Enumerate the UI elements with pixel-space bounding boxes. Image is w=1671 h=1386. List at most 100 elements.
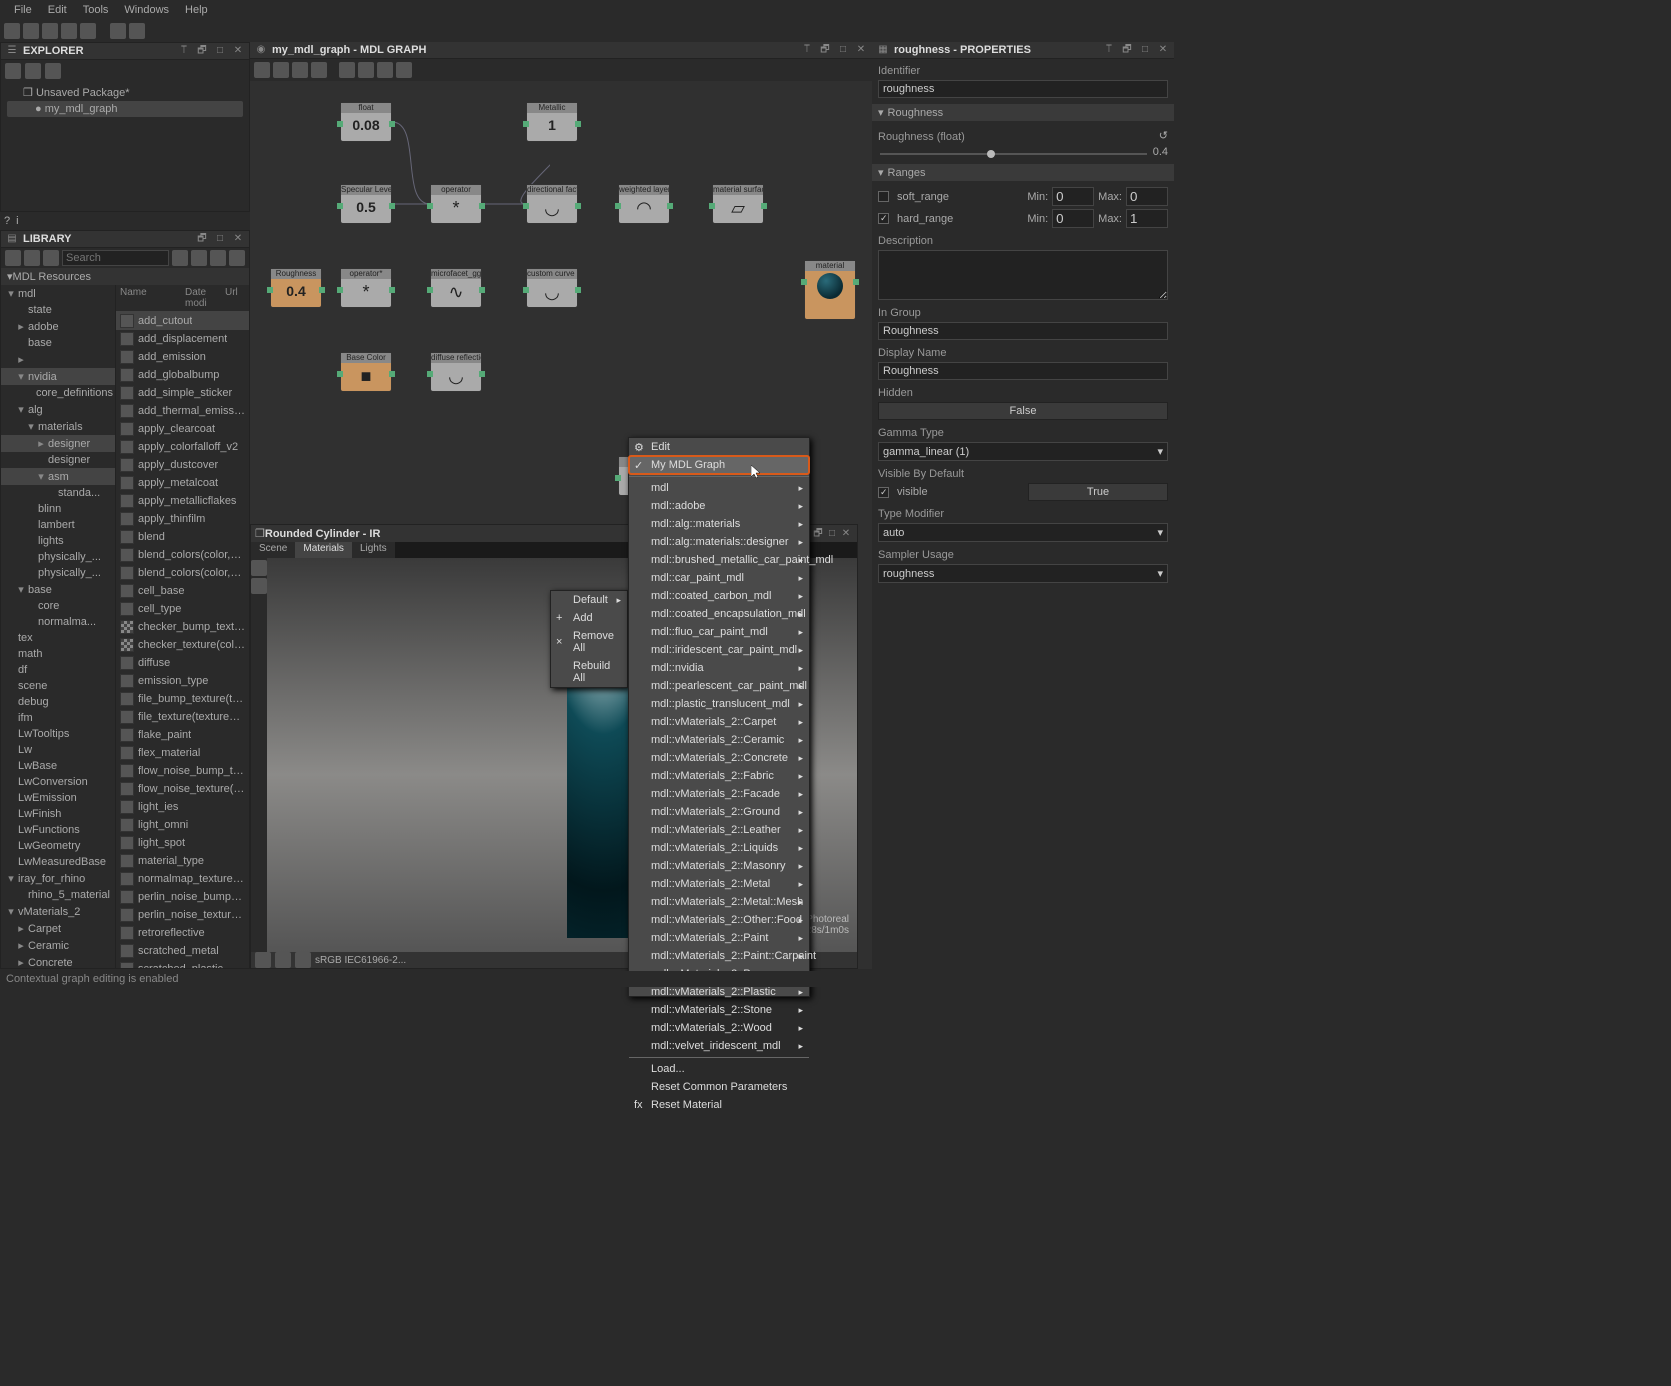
menu-item[interactable]: mdl::brushed_metallic_car_paint_mdl [629,551,809,569]
identifier-input[interactable]: roughness [878,80,1168,98]
tree-item[interactable]: ▾mdl [1,285,115,302]
tree-item[interactable]: standa... [1,485,115,501]
graph-item[interactable]: ● my_mdl_graph [7,101,243,117]
menu-item[interactable]: mdl::vMaterials_2::Paint [629,929,809,947]
tree-item[interactable]: math [1,646,115,662]
restore-icon[interactable]: 🗗 [811,527,825,541]
tool-icon[interactable] [275,952,291,968]
library-item[interactable]: add_thermal_emission [116,402,249,420]
library-item[interactable]: cell_type [116,600,249,618]
hard-min-input[interactable] [1052,209,1094,228]
tree-item[interactable]: LwEmission [1,790,115,806]
restore-icon[interactable]: 🗗 [195,232,209,246]
camera-icon[interactable] [251,560,267,576]
graph-node-n_metallic[interactable]: Metallic1 [526,102,578,142]
tree-item[interactable]: ▾base [1,581,115,598]
hard-range-checkbox[interactable] [878,213,889,224]
col-url[interactable]: Url [225,287,245,309]
pin-icon[interactable] [24,250,40,266]
tree-item[interactable]: lights [1,533,115,549]
mdl-resources-header[interactable]: ▾MDL Resources [1,268,249,285]
max-icon[interactable]: □ [825,527,839,541]
help-icon[interactable]: ? [4,215,10,227]
pin-icon[interactable]: ⟙ [800,43,814,57]
tree-item[interactable]: lambert [1,517,115,533]
tool-icon[interactable] [4,23,20,39]
tree-item[interactable]: core [1,598,115,614]
vbd-button[interactable]: True [1028,483,1168,501]
home-icon[interactable] [5,250,21,266]
library-item[interactable]: apply_dustcover [116,456,249,474]
graph-node-n_cc[interactable]: custom curve layer◡ [526,268,578,308]
max-icon[interactable]: □ [213,44,227,58]
restore-icon[interactable]: 🗗 [818,43,832,57]
tool-icon[interactable] [339,62,355,78]
library-item[interactable]: checker_bump_texture(... [116,618,249,636]
menu-item[interactable]: mdl::nvidia [629,659,809,677]
my-mdl-graph-item[interactable]: ✓My MDL Graph [629,456,809,474]
menu-item[interactable]: mdl::vMaterials_2::Other::Food [629,911,809,929]
max-icon[interactable]: □ [1138,43,1152,57]
menu-item[interactable]: mdl::adobe [629,497,809,515]
library-item[interactable]: apply_metallicflakes [116,492,249,510]
menu-item[interactable]: mdl::vMaterials_2::Stone [629,1001,809,1019]
menu-item[interactable]: mdl::plastic_translucent_mdl [629,695,809,713]
tool-icon[interactable] [358,62,374,78]
tree-item[interactable]: blinn [1,501,115,517]
tree-item[interactable]: ▾iray_for_rhino [1,870,115,887]
refresh-icon[interactable] [43,250,59,266]
tree-item[interactable]: rhino_5_material [1,887,115,903]
menu-item[interactable]: mdl::vMaterials_2::Metal [629,875,809,893]
menu-item[interactable]: mdl::coated_carbon_mdl [629,587,809,605]
max-icon[interactable]: □ [836,43,850,57]
library-item[interactable]: perlin_noise_texture(col... [116,906,249,924]
tool-icon[interactable] [295,952,311,968]
library-item[interactable]: apply_metalcoat [116,474,249,492]
library-item[interactable]: scratched_plastic [116,960,249,968]
info-icon[interactable]: i [16,215,18,227]
library-item[interactable]: flow_noise_texture(colo... [116,780,249,798]
max-icon[interactable]: □ [213,232,227,246]
tab-materials[interactable]: Materials [295,542,352,558]
tool-icon[interactable] [42,23,58,39]
menu-item[interactable]: mdl::alg::materials [629,515,809,533]
tree-item[interactable]: ▸Carpet [1,920,115,937]
library-item[interactable]: apply_thinfilm [116,510,249,528]
menu-item[interactable]: Reset Common Parameters [629,1078,809,1096]
menu-item[interactable]: mdl::vMaterials_2::Fabric [629,767,809,785]
library-item[interactable]: file_bump_texture(text... [116,690,249,708]
library-item[interactable]: flow_noise_bump_textu... [116,762,249,780]
library-item[interactable]: add_cutout [116,312,249,330]
tool-icon[interactable] [377,62,393,78]
menu-edit[interactable]: Edit [40,2,75,18]
menu-item[interactable]: mdl::vMaterials_2::Leather [629,821,809,839]
menu-item[interactable]: mdl [629,479,809,497]
tree-item[interactable]: normalma... [1,614,115,630]
menu-item[interactable]: mdl::vMaterials_2::Carpet [629,713,809,731]
tree-item[interactable]: ▸ [1,351,115,368]
tool-icon[interactable] [25,63,41,79]
tree-item[interactable]: ▸Concrete [1,954,115,968]
library-item[interactable]: checker_texture(color,c... [116,636,249,654]
tool-icon[interactable] [255,952,271,968]
tree-item[interactable]: scene [1,678,115,694]
menu-item[interactable]: +Add [551,609,627,627]
menu-item[interactable]: mdl::alg::materials::designer [629,533,809,551]
close-icon[interactable]: ✕ [839,527,853,541]
tree-item[interactable]: core_definitions [1,385,115,401]
tree-item[interactable]: ▾alg [1,401,115,418]
tree-item[interactable]: Lw [1,742,115,758]
hidden-button[interactable]: False [878,402,1168,420]
menu-item[interactable]: mdl::iridescent_car_paint_mdl [629,641,809,659]
tool-icon[interactable] [129,23,145,39]
graph-node-n_float[interactable]: float0.08 [340,102,392,142]
graph-node-n_spec[interactable]: Specular Level0.5 [340,184,392,224]
tool-icon[interactable] [292,62,308,78]
library-item[interactable]: flex_material [116,744,249,762]
tree-item[interactable]: LwFunctions [1,822,115,838]
tree-item[interactable]: ▸designer [1,435,115,452]
reset-icon[interactable]: ↺ [1159,129,1168,142]
view-icon[interactable] [229,250,245,266]
package-root[interactable]: ❒ Unsaved Package* [7,84,243,101]
menu-item[interactable]: mdl::vMaterials_2::Metal::Mesh [629,893,809,911]
